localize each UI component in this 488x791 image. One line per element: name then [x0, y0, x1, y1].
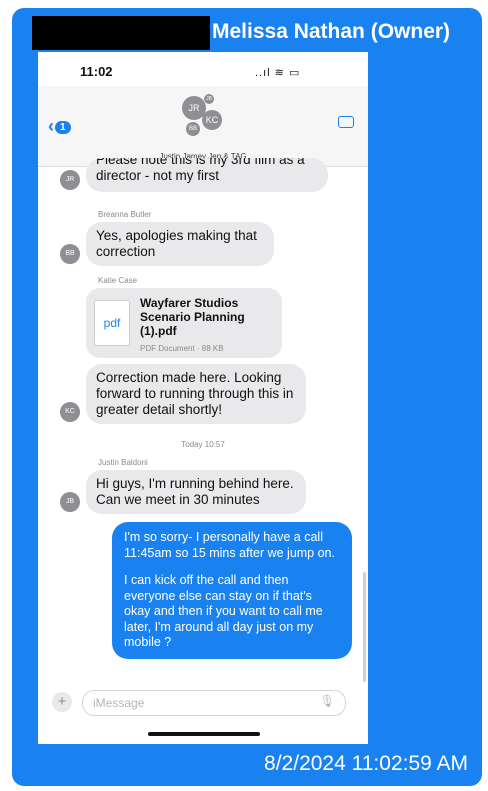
- message-input[interactable]: iMessage 🎙: [82, 690, 346, 716]
- phone-screen: 11:02 ..ıl ≋ ▭ ‹ 1 JR KC BB JB Justin Jam…: [38, 52, 368, 744]
- chevron-left-icon: ‹: [48, 116, 54, 136]
- message-text: Hi guys, I'm running behind here. Can we…: [96, 476, 294, 507]
- file-title: Wayfarer Studios Scenario Planning (1).p…: [140, 296, 245, 338]
- status-time: 11:02: [80, 64, 113, 79]
- sender-name: Justin Baldoni: [98, 458, 148, 467]
- message-text: I'm so sorry- I personally have a call 1…: [124, 530, 335, 560]
- avatar: JB: [60, 492, 80, 512]
- day-timestamp: Today 10:57: [181, 440, 225, 449]
- message-text: Correction made here. Looking forward to…: [96, 370, 294, 417]
- avatar: JB: [204, 94, 214, 104]
- screenshot-frame: Melissa Nathan (Owner) 11:02 ..ıl ≋ ▭ ‹ 1…: [12, 8, 482, 786]
- message-partial-text: Please note this is my 3rd film as a: [96, 158, 305, 167]
- capture-timestamp: 8/2/2024 11:02:59 AM: [264, 752, 468, 775]
- video-call-icon[interactable]: [338, 116, 354, 128]
- group-avatar[interactable]: JR KC BB JB: [168, 92, 238, 152]
- message-bubble: Please note this is my 3rd film as a dir…: [86, 158, 328, 192]
- message-text: director - not my first: [96, 168, 220, 183]
- sent-message-bubble: I'm so sorry- I personally have a call 1…: [112, 522, 352, 659]
- status-indicators: ..ıl ≋ ▭: [255, 67, 301, 79]
- compose-bar: + iMessage 🎙: [38, 686, 368, 720]
- redaction-bar: [32, 16, 210, 50]
- conversation-header: ‹ 1 JR KC BB JB Justin Jamey Jen & TAG: [38, 86, 368, 167]
- owner-label: Melissa Nathan (Owner): [212, 20, 451, 43]
- plus-icon[interactable]: +: [52, 692, 72, 712]
- message-placeholder: iMessage: [93, 696, 145, 710]
- message-list[interactable]: Please note this is my 3rd film as a dir…: [38, 158, 368, 686]
- message-bubble: Correction made here. Looking forward to…: [86, 364, 306, 424]
- message-text: Yes, apologies making that correction: [96, 228, 257, 259]
- file-meta: PDF Document · 88 KB: [140, 344, 224, 353]
- avatar: KC: [202, 110, 222, 130]
- message-text: I can kick off the call and then everyon…: [124, 573, 323, 649]
- avatar: KC: [60, 402, 80, 422]
- status-bar: 11:02 ..ıl ≋ ▭: [38, 52, 368, 86]
- pdf-file-icon: pdf: [94, 300, 130, 346]
- avatar: BB: [60, 244, 80, 264]
- scrollbar[interactable]: [363, 572, 366, 682]
- avatar: JR: [60, 170, 80, 190]
- sender-name: Breanna Butler: [98, 210, 152, 219]
- message-bubble: Yes, apologies making that correction: [86, 222, 274, 266]
- avatar: BB: [186, 122, 200, 136]
- back-button[interactable]: ‹ 1: [48, 116, 71, 137]
- unread-badge: 1: [55, 120, 71, 134]
- file-attachment[interactable]: pdf Wayfarer Studios Scenario Planning (…: [86, 288, 282, 358]
- home-indicator: [148, 732, 260, 736]
- sender-name: Katie Case: [98, 276, 138, 285]
- message-bubble: Hi guys, I'm running behind here. Can we…: [86, 470, 306, 514]
- mic-icon[interactable]: 🎙: [320, 694, 335, 708]
